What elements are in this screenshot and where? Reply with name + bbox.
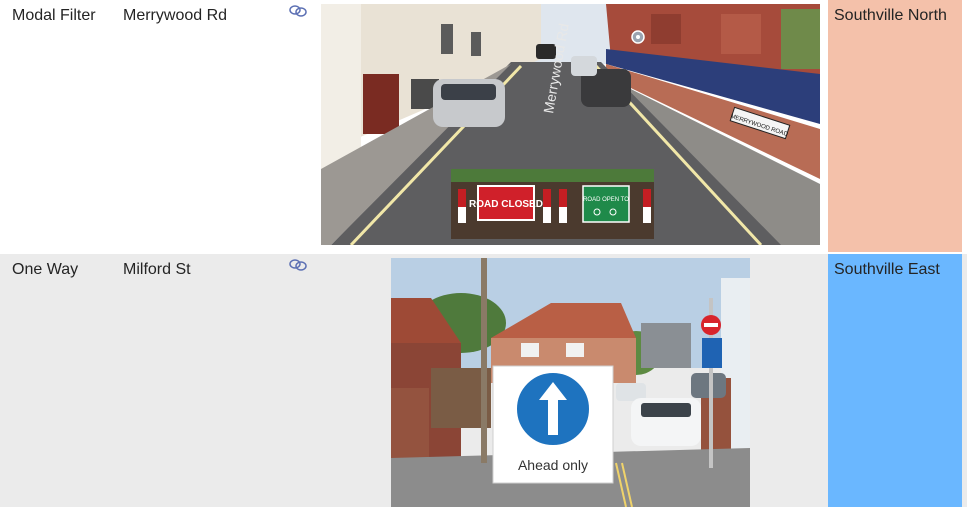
table-row: One Way Milford St Ahead only Southville… [0,254,967,507]
scheme-type-cell: One Way [12,261,79,278]
area-name: Southville East [834,261,940,278]
street-name-cell: Milford St [123,261,191,278]
area-cell-southville-north: Southville North [828,0,962,252]
sign-caption: Ahead only [517,457,589,473]
road-open-sign: ROAD OPEN TO [583,197,629,203]
link-icon[interactable] [289,258,307,272]
scheme-type-cell: Modal Filter [12,7,96,24]
road-closed-sign: ROAD CLOSED [469,199,543,210]
street-photo-merrywood[interactable]: MERRYWOOD ROAD Merrywood Rd ROAD CLOSED … [321,4,820,245]
street-photo-milford[interactable]: Ahead only [391,258,750,507]
link-icon[interactable] [289,4,307,18]
ahead-only-sign: Ahead only [493,366,613,483]
area-cell-southville-east: Southville East [828,254,962,507]
street-name-cell: Merrywood Rd [123,7,228,24]
area-name: Southville North [834,7,947,24]
table-row: Modal Filter Merrywood Rd MERRYWOOD ROAD… [0,0,967,252]
